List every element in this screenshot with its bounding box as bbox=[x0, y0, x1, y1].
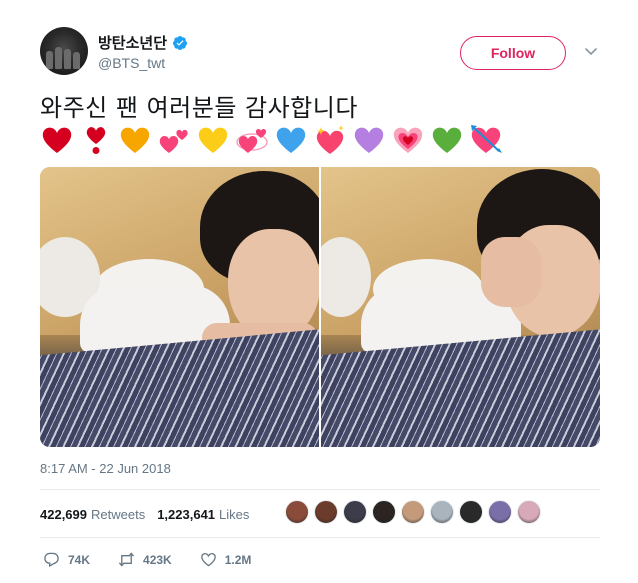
tweet-timestamp[interactable]: 8:17 AM - 22 Jun 2018 bbox=[40, 461, 171, 476]
sparkling-heart-icon bbox=[316, 125, 344, 154]
tweet-stats: 422,699 Retweets 1,223,641 Likes bbox=[40, 507, 255, 522]
reply-icon bbox=[44, 552, 59, 567]
revolving-hearts-icon bbox=[236, 129, 268, 153]
yellow-heart-icon bbox=[120, 127, 150, 153]
like-button[interactable]: 1.2M bbox=[200, 551, 252, 568]
photo-2[interactable] bbox=[321, 167, 600, 447]
tweet-actions: 74K 423K 1.2M bbox=[43, 551, 251, 568]
liker-avatar[interactable] bbox=[430, 500, 454, 524]
tweet-media[interactable] bbox=[40, 167, 600, 447]
liker-avatar[interactable] bbox=[488, 500, 512, 524]
follow-button[interactable]: Follow bbox=[460, 36, 566, 70]
tweet-text: 와주신 팬 여러분들 감사합니다 bbox=[40, 94, 358, 122]
red-heart-icon bbox=[42, 127, 72, 153]
divider bbox=[40, 489, 600, 490]
liker-avatar[interactable] bbox=[314, 500, 338, 524]
user-name-row[interactable]: 방탄소년단 bbox=[98, 32, 188, 53]
chevron-down-icon[interactable] bbox=[584, 44, 598, 58]
retweet-count: 423K bbox=[143, 552, 172, 567]
user-handle[interactable]: @BTS_twt bbox=[98, 55, 165, 71]
photo-1[interactable] bbox=[40, 167, 319, 447]
retweets-label: Retweets bbox=[91, 507, 146, 522]
heart-exclamation-icon bbox=[86, 127, 106, 154]
like-count: 1.2M bbox=[224, 552, 252, 567]
retweets-stat[interactable]: 422,699 Retweets bbox=[40, 507, 145, 522]
purple-heart-icon bbox=[354, 127, 384, 153]
green-heart-icon bbox=[432, 127, 462, 153]
liker-avatars bbox=[285, 500, 541, 524]
retweet-icon bbox=[118, 552, 135, 567]
emoji-row bbox=[40, 124, 503, 156]
liker-avatar[interactable] bbox=[517, 500, 541, 524]
liker-avatar[interactable] bbox=[401, 500, 425, 524]
reply-button[interactable]: 74K bbox=[43, 551, 90, 568]
blue-heart-icon bbox=[276, 127, 306, 153]
growing-heart-icon bbox=[393, 127, 423, 153]
verified-badge-icon bbox=[173, 35, 188, 50]
heart-with-arrow-icon bbox=[471, 125, 502, 153]
tweet-card: 방탄소년단 @BTS_twt Follow 와주신 팬 여러분들 감사합니다 8… bbox=[0, 0, 638, 583]
heart-icon bbox=[200, 552, 216, 567]
likes-stat[interactable]: 1,223,641 Likes bbox=[157, 507, 249, 522]
liker-avatar[interactable] bbox=[285, 500, 309, 524]
likes-count: 1,223,641 bbox=[157, 507, 216, 522]
retweet-button[interactable]: 423K bbox=[118, 551, 172, 568]
retweets-count: 422,699 bbox=[40, 507, 87, 522]
divider bbox=[40, 537, 600, 538]
liker-avatar[interactable] bbox=[459, 500, 483, 524]
liker-avatar[interactable] bbox=[372, 500, 396, 524]
two-hearts-icon bbox=[159, 129, 188, 153]
avatar[interactable] bbox=[40, 27, 88, 75]
likes-label: Likes bbox=[219, 507, 250, 522]
liker-avatar[interactable] bbox=[343, 500, 367, 524]
reply-count: 74K bbox=[68, 552, 91, 567]
yellow-heart-icon bbox=[198, 127, 228, 153]
display-name[interactable]: 방탄소년단 bbox=[98, 32, 167, 53]
